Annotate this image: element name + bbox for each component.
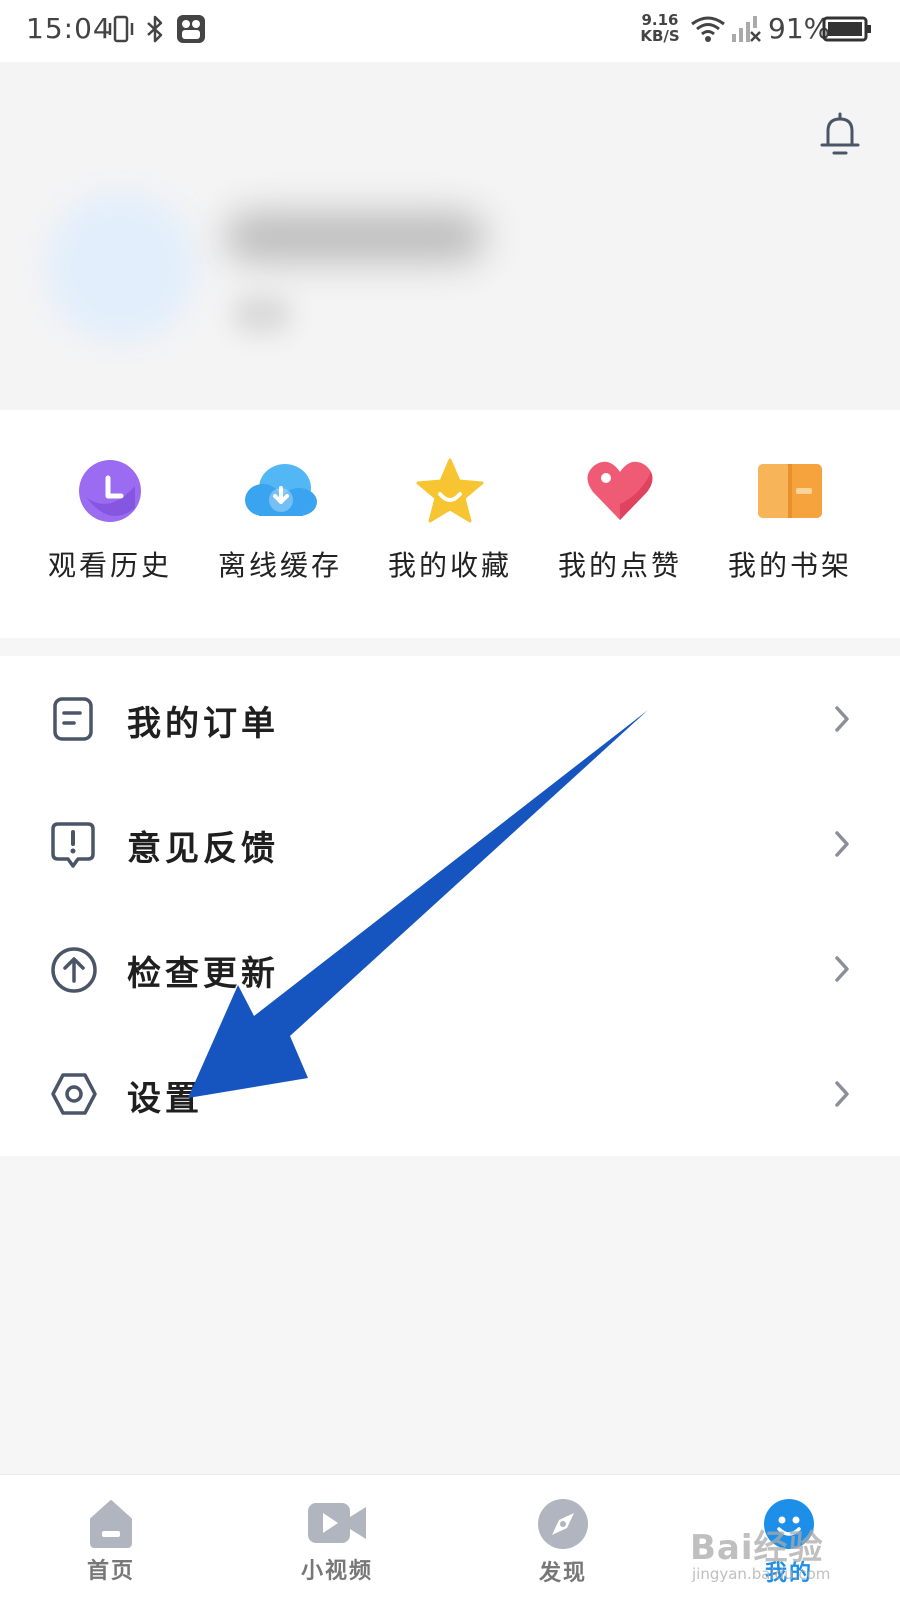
- bluetooth-icon: [147, 15, 163, 43]
- feedback-icon: [51, 822, 95, 868]
- tab-home[interactable]: 首页: [31, 1475, 191, 1601]
- settings-menu: 我的订单 意见反馈 检查更新 设置: [0, 656, 900, 1156]
- menu-item-label: 我的订单: [127, 704, 279, 744]
- battery-percent: 91%: [768, 12, 831, 45]
- quick-action-label: 离线缓存: [217, 549, 342, 582]
- chevron-right-icon: [835, 831, 849, 857]
- tab-discover[interactable]: 发现: [483, 1475, 643, 1601]
- quick-action-label: 我的书架: [727, 549, 852, 582]
- avatar[interactable]: [46, 192, 196, 342]
- quick-action-label: 我的收藏: [387, 549, 512, 582]
- vibrate-icon: [108, 15, 134, 43]
- order-icon: [53, 697, 93, 741]
- cloud-download-icon: [245, 464, 317, 516]
- watermark-sub: jingyan.baidu.com: [692, 1565, 831, 1583]
- quick-action-offline-cache[interactable]: 离线缓存: [195, 458, 365, 608]
- username[interactable]: [225, 212, 485, 262]
- signal-icon: [732, 16, 761, 42]
- video-icon: [308, 1503, 366, 1543]
- menu-item-orders[interactable]: 我的订单: [0, 656, 900, 781]
- star-icon: [416, 458, 484, 523]
- quick-action-history[interactable]: 观看历史: [25, 458, 195, 608]
- quick-action-bookshelf[interactable]: 我的书架: [705, 458, 875, 608]
- menu-item-label: 设置: [127, 1079, 203, 1119]
- app-notification-icon: [177, 15, 205, 43]
- quick-action-likes[interactable]: 我的点赞: [535, 458, 705, 608]
- heart-icon: [587, 461, 653, 520]
- network-speed-unit: KB/S: [640, 27, 680, 45]
- menu-item-label: 检查更新: [127, 954, 279, 994]
- home-icon: [90, 1500, 132, 1548]
- tab-label: 首页: [86, 1558, 135, 1584]
- tab-short-video[interactable]: 小视频: [257, 1475, 417, 1601]
- watermark-main: Bai经验: [690, 1528, 824, 1568]
- status-bar: 15:04 9.16 KB/S 91%: [0, 0, 900, 62]
- profile-header: [0, 62, 900, 410]
- book-icon: [758, 464, 822, 518]
- quick-action-label: 我的点赞: [557, 549, 682, 582]
- wifi-icon: [691, 16, 725, 42]
- network-speed: 9.16 KB/S: [638, 12, 682, 44]
- history-clock-icon: [79, 460, 141, 522]
- status-time: 15:04: [26, 12, 112, 45]
- user-subtitle: [232, 294, 292, 334]
- quick-action-favorites[interactable]: 我的收藏: [365, 458, 535, 608]
- network-speed-value: 9.16: [641, 11, 679, 29]
- chevron-right-icon: [835, 1081, 849, 1107]
- compass-icon: [538, 1499, 588, 1549]
- menu-item-feedback[interactable]: 意见反馈: [0, 781, 900, 906]
- tab-label: 小视频: [300, 1558, 373, 1584]
- update-arrow-icon: [51, 947, 97, 993]
- chevron-right-icon: [835, 706, 849, 732]
- quick-actions: 观看历史 离线缓存 我的收藏 我的点赞 我的书架: [0, 410, 900, 638]
- battery-icon: [822, 16, 871, 42]
- menu-item-check-update[interactable]: 检查更新: [0, 906, 900, 1031]
- tab-label: 发现: [538, 1560, 587, 1586]
- chevron-right-icon: [835, 956, 849, 982]
- watermark: Bai经验 jingyan.baidu.com: [690, 1520, 830, 1583]
- menu-item-settings[interactable]: 设置: [0, 1031, 900, 1156]
- settings-hexagon-icon: [51, 1073, 97, 1115]
- quick-action-label: 观看历史: [47, 549, 172, 582]
- notification-bell-icon[interactable]: [820, 112, 860, 158]
- menu-item-label: 意见反馈: [127, 829, 279, 869]
